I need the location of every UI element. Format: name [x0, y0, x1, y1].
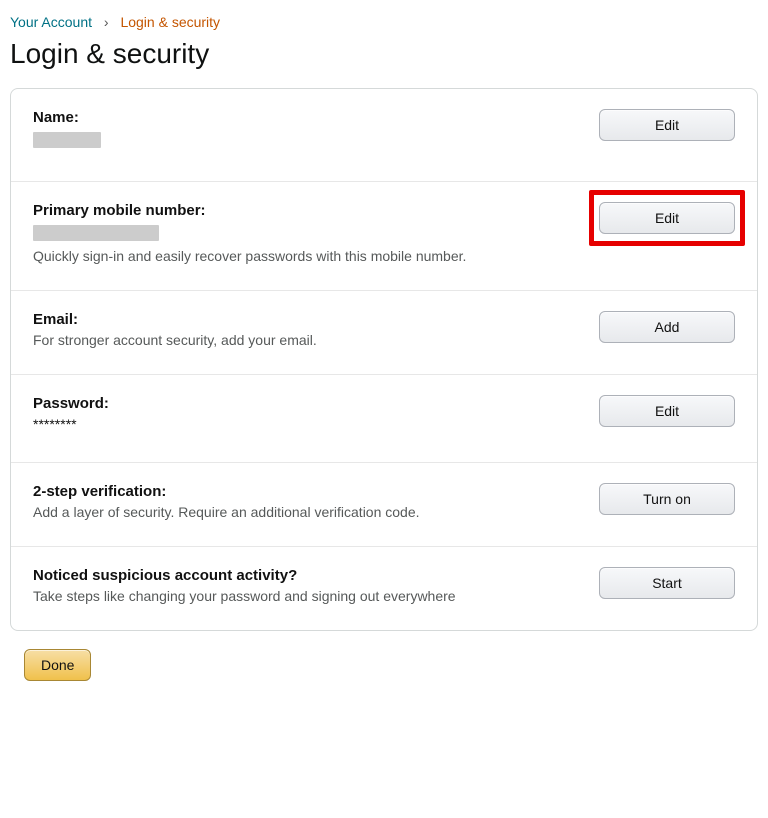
name-label: Name:	[33, 109, 579, 126]
row-suspicious: Noticed suspicious account activity? Tak…	[11, 547, 757, 630]
row-mobile-left: Primary mobile number: Quickly sign-in a…	[33, 202, 599, 264]
edit-name-button[interactable]: Edit	[599, 109, 735, 141]
row-password-left: Password: ********	[33, 395, 599, 436]
row-suspicious-left: Noticed suspicious account activity? Tak…	[33, 567, 599, 604]
suspicious-desc: Take steps like changing your password a…	[33, 588, 579, 604]
start-suspicious-button[interactable]: Start	[599, 567, 735, 599]
name-redacted	[33, 132, 101, 148]
suspicious-label: Noticed suspicious account activity?	[33, 567, 579, 584]
breadcrumb: Your Account › Login & security	[10, 10, 758, 30]
edit-password-button[interactable]: Edit	[599, 395, 735, 427]
page-title: Login & security	[10, 38, 758, 70]
breadcrumb-separator: ›	[104, 14, 109, 30]
row-name: Name: Edit	[11, 89, 757, 182]
done-button[interactable]: Done	[24, 649, 91, 681]
email-desc: For stronger account security, add your …	[33, 332, 579, 348]
mobile-redacted	[33, 225, 159, 241]
row-twostep: 2-step verification: Add a layer of secu…	[11, 463, 757, 547]
breadcrumb-your-account[interactable]: Your Account	[10, 14, 92, 30]
breadcrumb-current: Login & security	[120, 14, 220, 30]
turn-on-twostep-button[interactable]: Turn on	[599, 483, 735, 515]
email-label: Email:	[33, 311, 579, 328]
mobile-desc: Quickly sign-in and easily recover passw…	[33, 248, 579, 264]
edit-mobile-button[interactable]: Edit	[599, 202, 735, 234]
row-email: Email: For stronger account security, ad…	[11, 291, 757, 375]
settings-card: Name: Edit Primary mobile number: Quickl…	[10, 88, 758, 631]
row-password: Password: ******** Edit	[11, 375, 757, 463]
twostep-label: 2-step verification:	[33, 483, 579, 500]
mobile-label: Primary mobile number:	[33, 202, 579, 219]
row-twostep-left: 2-step verification: Add a layer of secu…	[33, 483, 599, 520]
row-mobile: Primary mobile number: Quickly sign-in a…	[11, 182, 757, 291]
name-value	[33, 130, 579, 151]
mobile-value	[33, 223, 579, 244]
password-value: ********	[33, 416, 579, 432]
password-label: Password:	[33, 395, 579, 412]
row-email-left: Email: For stronger account security, ad…	[33, 311, 599, 348]
row-name-left: Name:	[33, 109, 599, 155]
twostep-desc: Add a layer of security. Require an addi…	[33, 504, 579, 520]
add-email-button[interactable]: Add	[599, 311, 735, 343]
